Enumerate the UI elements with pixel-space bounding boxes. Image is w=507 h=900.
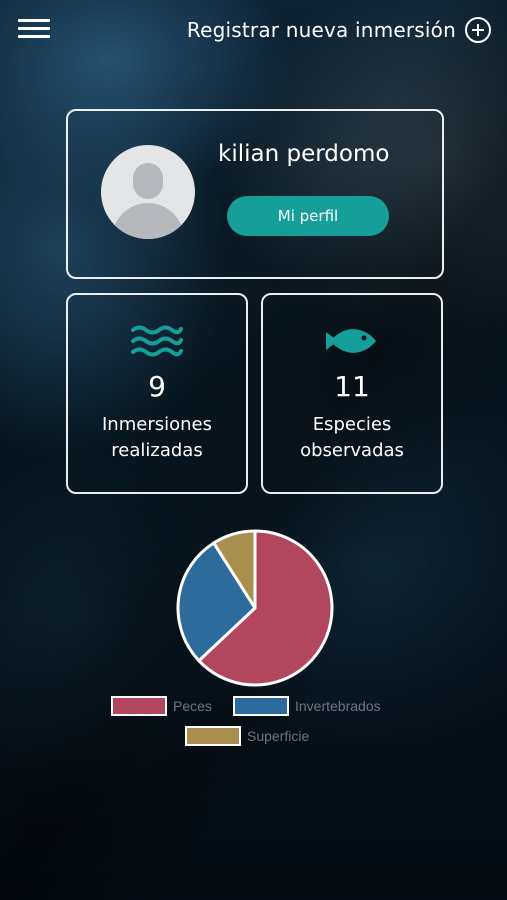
hamburger-menu-icon[interactable]: [18, 19, 50, 41]
register-dive-label: Registrar nueva inmersión: [186, 18, 456, 42]
profile-card: kilian perdomo Mi perfil: [66, 109, 444, 279]
legend-label-invertebrados: Invertebrados: [295, 698, 381, 714]
register-dive-button[interactable]: Registrar nueva inmersión: [187, 14, 491, 46]
legend-swatch-superficie: [185, 726, 241, 746]
legend-swatch-peces: [111, 696, 167, 716]
waves-icon: [131, 324, 183, 362]
dives-count: 9: [148, 370, 166, 403]
my-profile-button[interactable]: Mi perfil: [227, 196, 389, 236]
legend-item-peces: Peces: [111, 696, 212, 716]
species-stat-card[interactable]: 11 Especies observadas: [261, 293, 443, 494]
species-count: 11: [334, 370, 370, 403]
legend-swatch-invertebrados: [233, 696, 289, 716]
legend-item-superficie: Superficie: [185, 726, 309, 746]
avatar: [101, 145, 195, 239]
legend-label-superficie: Superficie: [247, 728, 310, 744]
plus-circle-icon: [465, 17, 491, 43]
legend-item-invertebrados: Invertebrados: [233, 696, 381, 716]
species-pie-chart: [176, 529, 334, 687]
user-name: kilian perdomo: [218, 141, 390, 167]
fish-icon: [326, 324, 378, 362]
dives-label: Inmersiones realizadas: [102, 414, 212, 461]
dives-stat-card[interactable]: 9 Inmersiones realizadas: [66, 293, 248, 494]
legend-label-peces: Peces: [173, 698, 212, 714]
species-label: Especies observadas: [300, 414, 404, 461]
